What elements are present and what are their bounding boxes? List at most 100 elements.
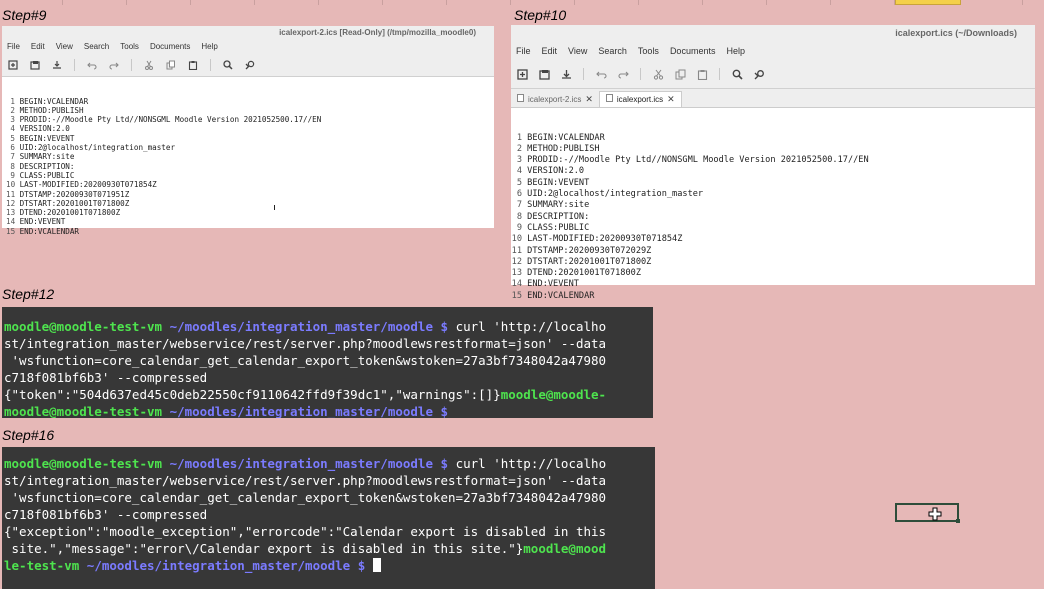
line-text: SUMMARY:site (15, 152, 75, 162)
terminal-step12[interactable]: moodle@moodle-test-vm ~/moodles/integrat… (2, 307, 653, 418)
line-number: 6 (516, 189, 522, 200)
menu-help[interactable]: Help (201, 40, 217, 54)
code-lines-left: 1 BEGIN:VCALENDAR 2 METHOD:PUBLISH 3 PRODI… (6, 97, 494, 236)
toolbar (511, 60, 1035, 89)
tab-icalexport[interactable]: icalexport.ics ✕ (598, 91, 682, 107)
paste-icon[interactable] (696, 68, 708, 80)
line-number: 9 (10, 170, 15, 180)
tab-icalexport-2[interactable]: icalexport-2.ics ✕ (511, 92, 599, 107)
tab-label: icalexport.ics (616, 95, 664, 104)
command-output: {"token":"504d637ed45c0deb22550cf9110642… (4, 387, 501, 402)
replace-icon[interactable] (244, 59, 256, 71)
menu-view[interactable]: View (56, 40, 73, 54)
terminal-line: {"token":"504d637ed45c0deb22550cf9110642… (4, 386, 653, 403)
terminal-line: {"exception":"moodle_exception","errorco… (4, 524, 607, 539)
menu-search[interactable]: Search (598, 42, 627, 60)
code-line: 11 DTSTAMP:20200930T072029Z (511, 246, 1035, 257)
tab-label: icalexport-2.ics (528, 95, 582, 104)
save-icon[interactable] (51, 59, 63, 71)
line-text: LAST-MODIFIED:20200930T071854Z (15, 180, 157, 190)
code-line: 9 CLASS:PUBLIC (511, 223, 1035, 234)
terminal-step16[interactable]: moodle@moodle-test-vm ~/moodles/integrat… (2, 447, 655, 589)
code-line: 13 DTEND:20201001T071800Z (6, 208, 494, 217)
line-text: LAST-MODIFIED:20200930T071854Z (522, 234, 683, 245)
text-cursor (274, 205, 275, 210)
code-line: 2 METHOD:PUBLISH (6, 106, 494, 115)
step-label-9: Step#9 (2, 7, 47, 23)
terminal-line: site.","message":"error\/Calendar export… (4, 540, 655, 557)
search-icon[interactable] (222, 59, 234, 71)
line-text: UID:2@localhost/integration_master (522, 189, 704, 200)
close-tab-icon[interactable]: ✕ (585, 92, 593, 107)
line-number: 10 (511, 234, 522, 245)
line-text: BEGIN:VEVENT (15, 133, 75, 143)
redo-icon[interactable] (108, 59, 120, 71)
code-line: 12 DTSTART:20201001T071800Z (511, 257, 1035, 268)
code-line: 8 DESCRIPTION: (6, 162, 494, 171)
copy-icon[interactable] (165, 59, 177, 71)
fill-handle[interactable] (956, 519, 960, 523)
prompt-dollar: $ (357, 558, 366, 573)
menu-file[interactable]: File (7, 40, 20, 54)
menu-view[interactable]: View (568, 42, 587, 60)
menu-search[interactable]: Search (84, 40, 109, 54)
line-number: 15 (511, 290, 522, 301)
line-text: PRODID:-//Moodle Pty Ltd//NONSGML Moodle… (522, 155, 869, 166)
line-number: 12 (511, 256, 522, 267)
step-label-12: Step#12 (2, 286, 55, 302)
code-line: 9 CLASS:PUBLIC (6, 171, 494, 180)
code-line: 10 LAST-MODIFIED:20200930T071854Z (6, 180, 494, 189)
line-number: 2 (10, 105, 15, 115)
prompt-path: ~/moodles/integration_master/moodle (169, 404, 433, 418)
code-area[interactable]: 1 BEGIN:VCALENDAR 2 METHOD:PUBLISH 3 PRODI… (511, 108, 1035, 325)
line-number: 15 (6, 226, 16, 236)
cut-icon[interactable] (143, 59, 155, 71)
search-icon[interactable] (731, 68, 743, 80)
line-text: DTSTART:20201001T071800Z (522, 256, 652, 267)
line-number: 6 (10, 143, 15, 153)
new-document-icon[interactable] (7, 59, 19, 71)
code-line: 14 END:VEVENT (6, 217, 494, 226)
selected-cell[interactable] (895, 503, 960, 523)
line-number: 4 (10, 124, 15, 134)
line-text: VERSION:2.0 (522, 166, 585, 177)
open-icon[interactable] (29, 59, 41, 71)
undo-icon[interactable] (86, 59, 98, 71)
line-text: UID:2@localhost/integration_master (15, 143, 176, 153)
terminal-line: moodle@moodle-test-vm ~/moodles/integrat… (4, 455, 655, 472)
editor-window-step10: icalexport.ics (~/Downloads) File Edit V… (511, 25, 1035, 301)
save-icon[interactable] (560, 68, 572, 80)
code-line: 5 BEGIN:VEVENT (511, 178, 1035, 189)
toolbar (2, 54, 494, 77)
cut-icon[interactable] (652, 68, 664, 80)
close-tab-icon[interactable]: ✕ (667, 92, 675, 107)
menu-file[interactable]: File (516, 42, 531, 60)
prompt-user: moodle@moodle-test-vm (4, 456, 163, 471)
copy-icon[interactable] (674, 68, 686, 80)
prompt-user: le-test-vm (4, 558, 80, 573)
undo-icon[interactable] (595, 68, 607, 80)
redo-icon[interactable] (617, 68, 629, 80)
code-area[interactable]: 1 BEGIN:VCALENDAR 2 METHOD:PUBLISH 3 PRODI… (2, 77, 494, 264)
open-icon[interactable] (538, 68, 550, 80)
code-line: 4 VERSION:2.0 (511, 166, 1035, 177)
command-text: curl 'http://localho (455, 456, 607, 471)
menu-edit[interactable]: Edit (542, 42, 558, 60)
editor-window-step9: icalexport-2.ics [Read-Only] (/tmp/mozil… (2, 26, 494, 236)
menu-edit[interactable]: Edit (31, 40, 45, 54)
menu-documents[interactable]: Documents (150, 40, 190, 54)
line-number: 12 (6, 198, 16, 208)
new-document-icon[interactable] (516, 68, 528, 80)
code-line: 13 DTEND:20201001T071800Z (511, 268, 1035, 279)
paste-icon[interactable] (187, 59, 199, 71)
menu-tools[interactable]: Tools (120, 40, 139, 54)
menu-tools[interactable]: Tools (638, 42, 659, 60)
document-icon (517, 92, 524, 107)
menu-help[interactable]: Help (726, 42, 745, 60)
terminal-line: moodle@moodle-test-vm ~/moodles/integrat… (4, 318, 653, 335)
replace-icon[interactable] (753, 68, 765, 80)
prompt-user: moodle@moodle-test-vm (4, 319, 163, 334)
line-text: DTSTAMP:20200930T071951Z (15, 189, 130, 199)
menu-documents[interactable]: Documents (670, 42, 716, 60)
line-text: DTSTAMP:20200930T072029Z (522, 245, 652, 256)
